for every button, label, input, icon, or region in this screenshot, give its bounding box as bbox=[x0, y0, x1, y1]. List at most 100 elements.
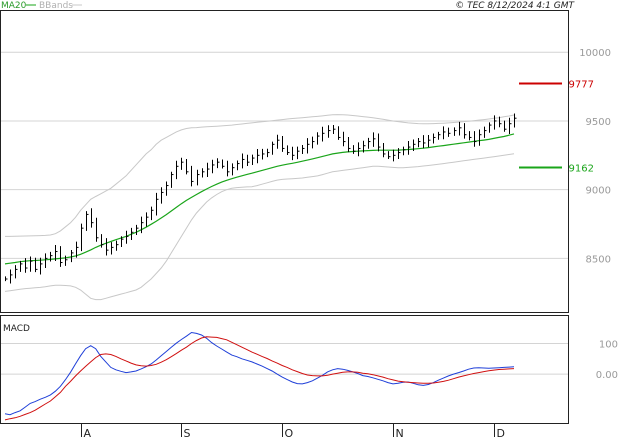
price-bar bbox=[91, 208, 94, 228]
price-bar bbox=[509, 117, 512, 135]
price-bar bbox=[358, 142, 361, 157]
bb-upper-line bbox=[5, 114, 515, 237]
price-panel-frame bbox=[0, 10, 569, 313]
price-bar bbox=[333, 125, 336, 134]
price-bar bbox=[257, 149, 260, 164]
price-bar bbox=[10, 269, 13, 284]
price-bar bbox=[171, 171, 174, 188]
price-bar bbox=[307, 138, 310, 154]
price-bar bbox=[443, 126, 446, 140]
resistance-level-label: 9777 bbox=[569, 80, 594, 91]
price-bar bbox=[262, 148, 265, 160]
price-bar bbox=[96, 217, 99, 242]
price-bar bbox=[126, 230, 129, 244]
price-bar bbox=[60, 246, 63, 267]
price-bar bbox=[353, 145, 356, 154]
price-bar bbox=[448, 127, 451, 137]
price-bar bbox=[454, 127, 457, 136]
price-bar bbox=[202, 168, 205, 178]
price-bar bbox=[297, 146, 300, 160]
price-tick-label: 10000 bbox=[579, 48, 611, 59]
price-bar bbox=[141, 216, 144, 234]
month-axis: ASOND bbox=[81, 424, 505, 440]
month-label: N bbox=[396, 427, 404, 440]
bollinger-bands bbox=[4, 114, 515, 301]
price-bar bbox=[428, 134, 431, 148]
price-bar bbox=[277, 134, 280, 149]
macd-lines bbox=[4, 331, 515, 421]
price-tick-label: 9500 bbox=[586, 117, 611, 128]
price-bar bbox=[328, 125, 331, 138]
price-bar bbox=[186, 159, 189, 175]
price-bar bbox=[403, 146, 406, 156]
support-level-label: 9162 bbox=[569, 164, 594, 175]
price-bar bbox=[368, 137, 371, 149]
price-bar bbox=[151, 206, 154, 221]
copyright-text: © TEC 8/12/2024 4:1 GMT bbox=[455, 1, 575, 11]
legend-ma-label: MA20 bbox=[1, 1, 27, 11]
price-bar bbox=[111, 242, 114, 255]
legend-bb-label: BBands bbox=[39, 1, 73, 11]
price-bar bbox=[459, 121, 462, 136]
price-bar bbox=[499, 116, 502, 128]
price-bar bbox=[191, 165, 194, 187]
price-bar bbox=[252, 154, 255, 166]
price-bar bbox=[101, 234, 104, 248]
macd-tick-label: 0.00 bbox=[596, 370, 618, 381]
macd-title: MACD bbox=[3, 324, 30, 334]
macd-axis-ticks: 0.00 100 bbox=[596, 340, 618, 382]
price-tick-label: 8500 bbox=[586, 254, 611, 265]
price-bar bbox=[176, 160, 179, 180]
price-bar bbox=[322, 126, 325, 142]
month-label: S bbox=[184, 427, 191, 440]
price-bar bbox=[489, 122, 492, 133]
price-bar bbox=[247, 154, 250, 167]
month-label: D bbox=[497, 427, 505, 440]
price-bar bbox=[338, 126, 341, 140]
price-bar bbox=[146, 212, 149, 227]
chart-canvas: 8500 9000 9500 10000 9777 9162 0.00 100 A S O N D… bbox=[0, 1, 618, 440]
price-bar bbox=[45, 253, 48, 268]
price-bar bbox=[418, 137, 421, 148]
price-bar bbox=[106, 238, 109, 256]
price-bar bbox=[25, 258, 28, 273]
price-bar bbox=[232, 163, 235, 176]
month-label: O bbox=[285, 427, 294, 440]
price-bar bbox=[504, 120, 507, 132]
signal-line bbox=[4, 336, 515, 421]
price-bar bbox=[484, 126, 487, 138]
price-bar bbox=[292, 146, 295, 161]
price-bar bbox=[86, 211, 89, 231]
price-bar bbox=[212, 159, 215, 174]
price-bar bbox=[5, 276, 8, 282]
price-bar bbox=[166, 181, 169, 196]
price-bar bbox=[433, 133, 436, 144]
price-bar bbox=[181, 157, 184, 170]
price-bar bbox=[20, 260, 23, 272]
price-bar bbox=[474, 131, 477, 147]
price-bar bbox=[317, 132, 320, 145]
month-label: A bbox=[84, 427, 92, 440]
price-bar bbox=[423, 135, 426, 149]
price-bar bbox=[464, 123, 467, 139]
price-bar bbox=[479, 129, 482, 146]
price-bar bbox=[302, 145, 305, 154]
price-bar bbox=[156, 192, 159, 216]
price-bar bbox=[197, 169, 200, 186]
price-bar bbox=[267, 148, 270, 158]
price-bar bbox=[348, 137, 351, 153]
price-bar bbox=[50, 251, 53, 262]
price-bar bbox=[287, 145, 290, 156]
price-bar bbox=[388, 151, 391, 160]
price-bar bbox=[438, 131, 441, 140]
price-bar bbox=[378, 133, 381, 152]
price-bar bbox=[207, 162, 210, 178]
price-bar bbox=[227, 160, 230, 177]
price-bar bbox=[242, 153, 245, 169]
price-bar bbox=[237, 160, 240, 171]
price-bar bbox=[469, 131, 472, 141]
price-tick-label: 9000 bbox=[586, 186, 611, 197]
price-bar bbox=[81, 223, 84, 252]
price-bar bbox=[408, 141, 411, 155]
price-bar bbox=[15, 265, 18, 279]
